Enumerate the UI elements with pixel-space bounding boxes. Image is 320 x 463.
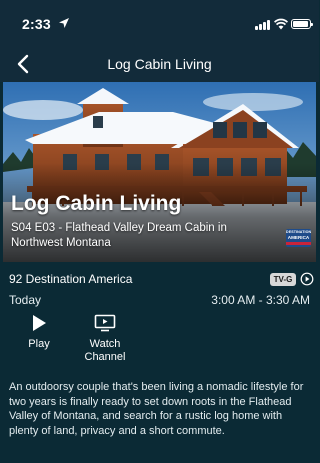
tv-icon — [94, 314, 116, 332]
episode-info: S04 E03 - Flathead Valley Dream Cabin in… — [11, 222, 227, 249]
page-title: Log Cabin Living — [107, 56, 212, 72]
play-button[interactable]: Play — [9, 314, 69, 351]
replay-info-icon[interactable] — [300, 272, 314, 286]
watch-channel-button[interactable]: Watch Channel — [75, 314, 135, 364]
wifi-icon — [274, 18, 288, 30]
navigation-bar: Log Cabin Living — [0, 46, 319, 82]
logo-main-text: AMERICA — [287, 235, 310, 240]
destination-america-logo: DESTINATION AMERICA — [286, 229, 311, 247]
battery-icon — [291, 19, 313, 29]
logo-top-text: DESTINATION — [286, 230, 311, 234]
channel-name: 92 Destination America — [9, 272, 133, 286]
hero-banner: Log Cabin Living S04 E03 - Flathead Vall… — [3, 82, 316, 262]
play-label: Play — [28, 338, 50, 350]
rating-badge: TV-G — [270, 273, 296, 286]
play-icon — [33, 315, 46, 331]
status-time: 2:33 — [22, 16, 51, 32]
location-arrow-icon — [59, 18, 69, 28]
episode-description: An outdoorsy couple that's been living a… — [9, 381, 304, 437]
air-time-range: 3:00 AM - 3:30 AM — [211, 293, 310, 307]
cellular-signal-icon — [255, 20, 271, 30]
status-bar: 2:33 — [0, 0, 319, 46]
logo-stripe — [286, 242, 311, 245]
air-date: Today — [9, 293, 42, 307]
watch-channel-label: Watch Channel — [84, 338, 126, 363]
show-title: Log Cabin Living — [11, 192, 182, 215]
